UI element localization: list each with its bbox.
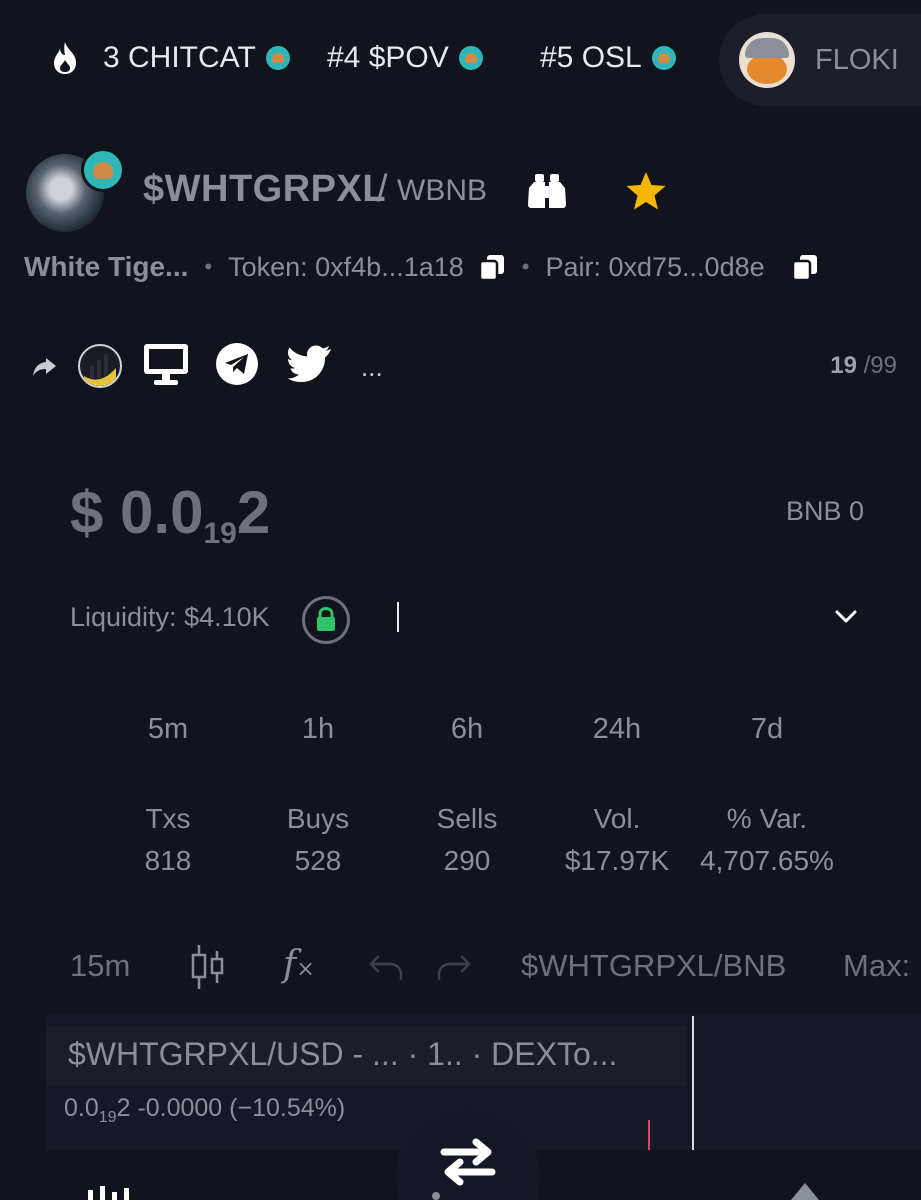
redo-icon[interactable] xyxy=(436,953,472,981)
pair-address: Pair: 0xd75...0d8e xyxy=(545,251,765,282)
ticker-label: 3 CHITCAT xyxy=(103,41,256,74)
ticker-label: #4 $POV xyxy=(327,41,449,74)
stat-value-volume: $17.97K xyxy=(564,845,670,876)
chart-max-label[interactable]: Max: xyxy=(843,948,910,984)
chevron-down-icon[interactable] xyxy=(834,606,858,626)
pair-separator: / xyxy=(377,168,388,210)
token-price-usd: $ 0.0192 xyxy=(70,479,271,550)
quote-symbol: WBNB xyxy=(397,174,487,207)
twitter-icon[interactable] xyxy=(288,344,332,382)
token-meta-row: White Tige... • Token: 0xf4b...1a18 • Pa… xyxy=(24,247,819,287)
stat-value-sells: 290 xyxy=(443,845,491,876)
liquidity-lock-icon[interactable] xyxy=(302,596,350,644)
stat-label-variation: % Var. xyxy=(726,803,808,834)
trending-ticker: 3 CHITCAT #4 $POV #5 OSL FLOKI xyxy=(0,0,921,118)
chart-interval-button[interactable]: 15m xyxy=(70,948,130,984)
chart-legend-price: 0.0192 -0.0000 (−10.54%) xyxy=(64,1094,346,1126)
candlestick-icon[interactable] xyxy=(190,943,226,991)
telegram-icon[interactable] xyxy=(216,343,258,385)
pancakeswap-icon xyxy=(458,46,483,70)
stat-value-variation: 4,707.65% xyxy=(700,845,834,876)
website-monitor-icon[interactable] xyxy=(142,342,190,386)
token-address: Token: 0xf4b...1a18 xyxy=(228,251,464,282)
stat-label-volume: Vol. xyxy=(593,803,641,834)
binoculars-icon[interactable] xyxy=(526,172,568,210)
more-links-button[interactable]: ... xyxy=(361,352,383,383)
chart-legend-title: $WHTGRPXL/USD - ... · 1.. · DEXTo... xyxy=(68,1036,618,1072)
rank-current: 19 xyxy=(830,352,857,379)
copy-icon[interactable] xyxy=(478,253,506,281)
ticker-item[interactable]: 3 CHITCAT xyxy=(103,38,290,78)
stat-label-buys: Buys xyxy=(286,803,350,834)
chart-symbol-label[interactable]: $WHTGRPXL/BNB xyxy=(521,948,786,984)
ticker-label: #5 OSL xyxy=(540,41,642,74)
ticker-item[interactable]: #5 OSL xyxy=(540,38,676,78)
fire-icon xyxy=(54,42,76,74)
dextools-logo-icon[interactable] xyxy=(78,344,122,388)
stat-value-txs: 818 xyxy=(144,845,192,876)
pancakeswap-icon xyxy=(651,46,676,70)
swap-arrows-icon xyxy=(440,1138,496,1186)
stat-value-buys: 528 xyxy=(294,845,342,876)
tab-period-24h[interactable]: 24h xyxy=(557,713,677,746)
token-name: White Tige... xyxy=(24,251,189,282)
tab-period-5m[interactable]: 5m xyxy=(108,713,228,746)
liquidity-value: Liquidity: $4.10K xyxy=(70,602,270,632)
tab-period-6h[interactable]: 6h xyxy=(407,713,527,746)
tab-period-7d[interactable]: 7d xyxy=(707,713,827,746)
chart-bars-nav-icon[interactable] xyxy=(84,1186,140,1200)
triangle-nav-icon[interactable] xyxy=(790,1182,820,1200)
undo-icon[interactable] xyxy=(368,953,404,981)
pancakeswap-icon xyxy=(265,46,290,70)
rank-indicator: 19 /99 xyxy=(830,352,897,380)
chart-candle xyxy=(648,1120,650,1152)
nav-indicator-dot xyxy=(432,1192,440,1200)
chart-crosshair-line xyxy=(692,1016,694,1154)
floki-avatar xyxy=(739,32,795,88)
copy-icon[interactable] xyxy=(791,253,819,281)
token-price-bnb: BNB 0 xyxy=(785,496,864,526)
ticker-item[interactable]: #4 $POV xyxy=(327,38,483,78)
ticker-highlight-floki[interactable]: FLOKI xyxy=(719,14,921,106)
ticker-label: FLOKI xyxy=(815,43,899,76)
tab-period-1h[interactable]: 1h xyxy=(258,713,378,746)
stat-label-sells: Sells xyxy=(436,803,498,834)
text-cursor xyxy=(397,602,399,632)
star-favorite-icon[interactable] xyxy=(624,170,668,212)
share-icon[interactable] xyxy=(32,355,58,379)
indicators-fx-icon[interactable]: f× xyxy=(283,944,315,985)
token-symbol: $WHTGRPXL xyxy=(143,168,387,210)
pancakeswap-badge-icon xyxy=(81,148,125,192)
rank-total: /99 xyxy=(856,352,897,379)
stat-label-txs: Txs xyxy=(145,803,191,834)
